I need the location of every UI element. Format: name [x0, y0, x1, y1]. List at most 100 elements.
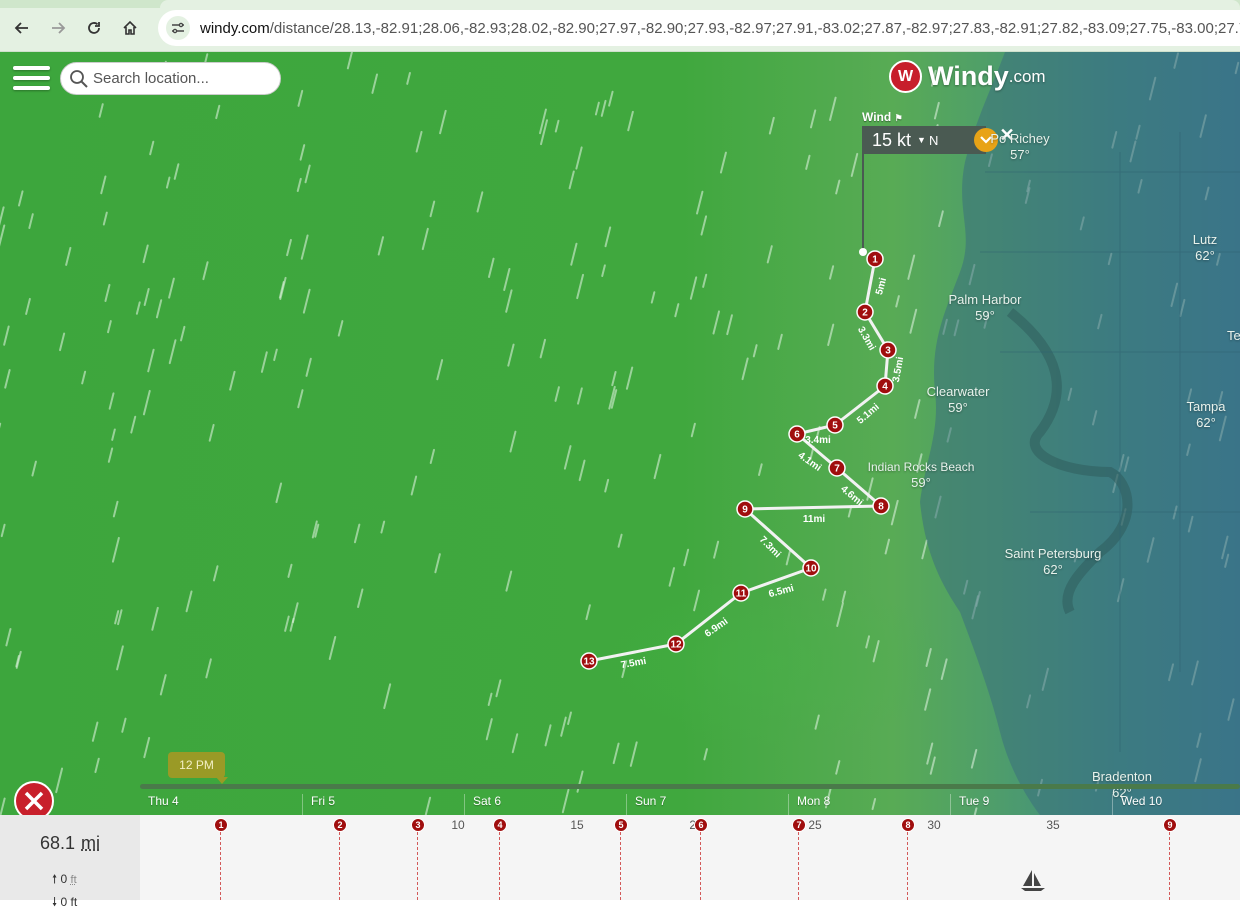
- city-indian-rocks-beach[interactable]: Indian Rocks Beach59°: [868, 459, 975, 491]
- waypoint-marker[interactable]: 1: [214, 818, 228, 832]
- waypoint-marker[interactable]: 4: [493, 818, 507, 832]
- site-settings-icon[interactable]: [166, 16, 190, 40]
- timeline-day[interactable]: Sat 6: [464, 794, 501, 815]
- city-name: Clearwater: [927, 384, 990, 399]
- waypoint-marker[interactable]: 6: [694, 818, 708, 832]
- search-box[interactable]: [60, 62, 281, 95]
- elevation-unit[interactable]: ft: [71, 874, 77, 886]
- timeline-day[interactable]: Thu 4: [140, 794, 179, 815]
- city-palm-harbor[interactable]: Palm Harbor59°: [949, 292, 1022, 324]
- timeline[interactable]: Thu 4 Fri 5 Sat 6 Sun 7 Mon 8 Tue 9 Wed …: [140, 784, 1240, 815]
- waypoint-marker[interactable]: 7: [829, 460, 845, 476]
- waypoint-number: 7: [834, 464, 840, 475]
- waypoint-marker[interactable]: 6: [789, 426, 805, 442]
- city-temp: 59°: [911, 475, 931, 490]
- url-text: windy.com/distance/28.13,-82.91;28.06,-8…: [200, 20, 1240, 37]
- axis-tick: 30: [927, 818, 940, 832]
- distance-axis[interactable]: 10 15 20 25 30 35 1 2 3 4 5 6 7 8 9: [140, 815, 1240, 900]
- waypoint-marker[interactable]: 4: [877, 378, 893, 394]
- city-name: Indian Rocks Beach: [868, 460, 975, 474]
- route-segment[interactable]: [745, 506, 881, 509]
- weather-map[interactable]: 5mi3.3mi3.5mi5.1mi3.4mi4.1mi4.6mi11mi7.3…: [0, 52, 1240, 815]
- windy-logo[interactable]: W Windy.com: [889, 60, 1046, 93]
- tab-strip: [0, 0, 1240, 8]
- axis-tick: 35: [1046, 818, 1059, 832]
- waypoint-marker[interactable]: 8: [873, 498, 889, 514]
- city-name: Lutz: [1193, 232, 1218, 247]
- waypoint-marker[interactable]: 12: [668, 636, 684, 652]
- waypoint-number: 11: [736, 589, 747, 600]
- back-arrow-icon[interactable]: [10, 16, 34, 40]
- segment-distance-label: 7.5mi: [620, 656, 647, 671]
- city-lutz[interactable]: Lutz62°: [1193, 232, 1218, 264]
- reload-icon[interactable]: [82, 16, 106, 40]
- timeline-day[interactable]: Fri 5: [302, 794, 335, 815]
- waypoint-marker[interactable]: 9: [737, 501, 753, 517]
- distance-summary: 68.1mi 🠕 0 ft 🠗 0 ft: [0, 815, 140, 900]
- city-name: Saint Petersburg: [1005, 546, 1102, 561]
- waypoint-marker[interactable]: 1: [867, 251, 883, 267]
- city-temp-truncated[interactable]: Temp: [1227, 328, 1240, 344]
- waypoint-marker[interactable]: 3: [411, 818, 425, 832]
- waypoint-marker[interactable]: 3: [880, 342, 896, 358]
- waypoint-marker[interactable]: 10: [803, 560, 819, 576]
- search-input[interactable]: [93, 70, 273, 87]
- waypoint-marker[interactable]: 5: [827, 417, 843, 433]
- route-segment[interactable]: [745, 509, 811, 568]
- city-tampa[interactable]: Tampa62°: [1186, 399, 1225, 431]
- waypoint-marker[interactable]: 13: [581, 653, 597, 669]
- waypoint-marker[interactable]: 5: [614, 818, 628, 832]
- elevation-down: 🠗 0 ft: [52, 893, 77, 914]
- arrow-down-icon: 🠗: [52, 895, 57, 909]
- elevation-unit[interactable]: ft: [71, 895, 78, 909]
- waypoint-number: 12: [670, 640, 682, 651]
- waypoint-marker[interactable]: 7: [792, 818, 806, 832]
- city-name: Richey: [1010, 131, 1050, 146]
- waypoint-number: 4: [882, 382, 888, 393]
- browser-toolbar: windy.com/distance/28.13,-82.91;28.06,-8…: [0, 0, 1240, 52]
- city-port-richey[interactable]: Po Richey57°: [990, 131, 1049, 163]
- segment-distance-label: 3.4mi: [805, 435, 831, 446]
- address-bar[interactable]: windy.com/distance/28.13,-82.91;28.06,-8…: [158, 10, 1240, 46]
- waypoint-marker[interactable]: 2: [333, 818, 347, 832]
- city-temp: 62°: [1196, 415, 1216, 430]
- arrow-up-icon: 🠕: [52, 872, 57, 886]
- wind-label-text: Wind: [862, 110, 891, 124]
- wind-direction: N: [929, 133, 938, 148]
- waypoint-guide: [700, 832, 701, 900]
- waypoint-number: 10: [805, 564, 817, 575]
- elevation-down-value: 0: [61, 895, 68, 909]
- wind-speed: 15 kt: [872, 130, 911, 151]
- menu-hamburger-icon[interactable]: [13, 66, 50, 94]
- popup-anchor-dot: [859, 248, 867, 256]
- waypoint-marker[interactable]: 9: [1163, 818, 1177, 832]
- timeline-day[interactable]: Tue 9: [950, 794, 989, 815]
- timeline-bar[interactable]: [140, 784, 1240, 789]
- waypoint-number: 8: [878, 502, 884, 513]
- wind-value-box[interactable]: 15 kt ▼ N: [862, 126, 986, 154]
- wind-popup[interactable]: Wind ⚑ 15 kt ▼ N: [862, 110, 986, 154]
- forward-arrow-icon[interactable]: [46, 16, 70, 40]
- timeline-day[interactable]: Wed 10: [1112, 794, 1162, 815]
- distance-profile-panel: 68.1mi 🠕 0 ft 🠗 0 ft 10 15 20 25 30 35 1…: [0, 815, 1240, 900]
- current-time-pill[interactable]: 12 PM: [168, 752, 225, 778]
- waypoint-guide: [339, 832, 340, 900]
- active-tab[interactable]: [160, 0, 1240, 8]
- logo-word: Windy: [928, 61, 1009, 92]
- waypoint-number: 5: [832, 421, 838, 432]
- city-name: Palm Harbor: [949, 292, 1022, 307]
- city-name: Tampa: [1186, 399, 1225, 414]
- timeline-day[interactable]: Mon 8: [788, 794, 830, 815]
- timeline-day[interactable]: Sun 7: [626, 794, 666, 815]
- total-distance-value: 68.1: [40, 833, 75, 853]
- waypoint-number: 13: [583, 657, 595, 668]
- logo-domain: .com: [1009, 67, 1046, 87]
- waypoint-marker[interactable]: 2: [857, 304, 873, 320]
- distance-unit-toggle[interactable]: mi: [81, 833, 100, 853]
- city-saint-petersburg[interactable]: Saint Petersburg62°: [1005, 546, 1102, 578]
- waypoint-marker[interactable]: 11: [733, 585, 749, 601]
- home-icon[interactable]: [118, 16, 142, 40]
- waypoint-marker[interactable]: 8: [901, 818, 915, 832]
- wind-direction-arrow-icon: ▼: [917, 135, 926, 145]
- city-clearwater[interactable]: Clearwater59°: [927, 384, 990, 416]
